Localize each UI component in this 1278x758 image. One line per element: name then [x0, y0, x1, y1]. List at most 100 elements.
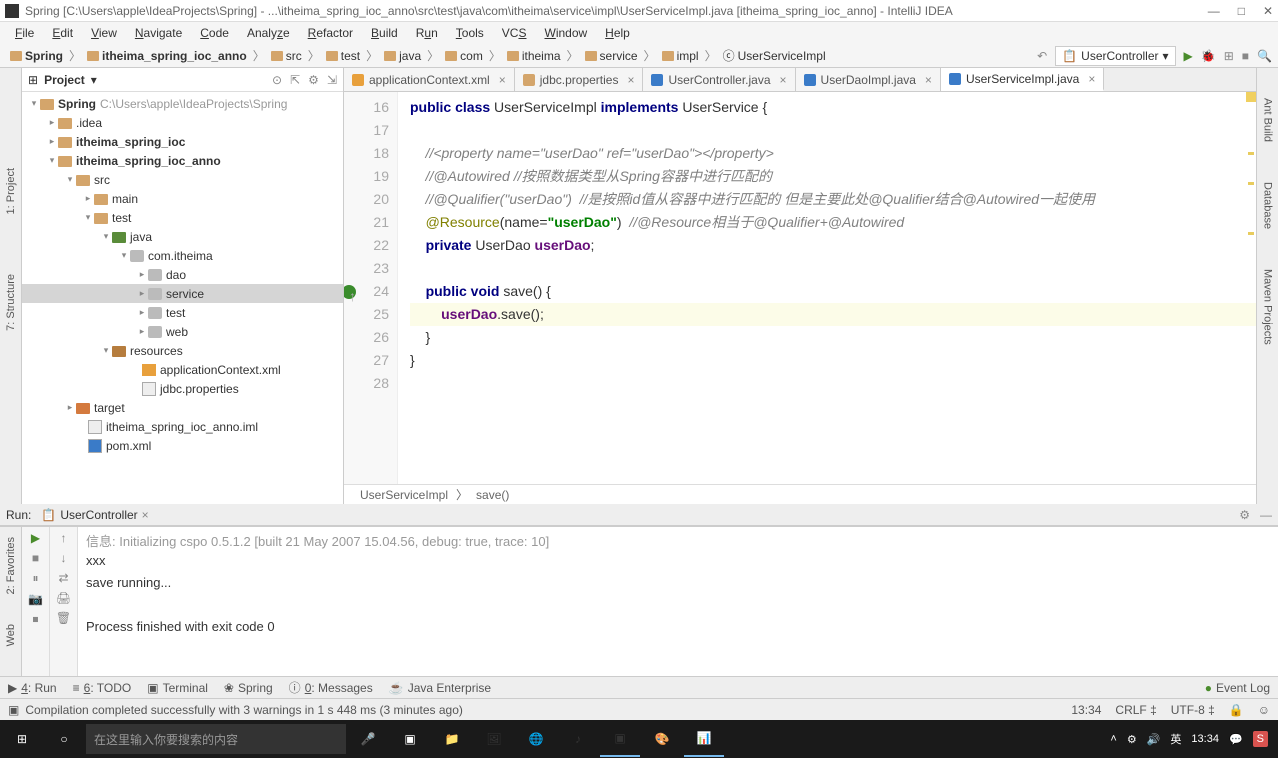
menu-file[interactable]: FFileile — [8, 24, 41, 42]
console-output[interactable]: 信息: Initializing cspo 0.5.1.2 [built 21 … — [78, 527, 1278, 676]
taskbar-app[interactable]: ♪ — [558, 721, 598, 757]
tab-todo[interactable]: ≡6: TODO — [73, 681, 132, 695]
crumb-src[interactable]: src — [267, 47, 306, 65]
project-tree[interactable]: ▾SpringC:\Users\apple\IdeaProjects\Sprin… — [22, 92, 343, 504]
crumb-class[interactable]: UserServiceImpl — [360, 488, 448, 502]
pause-button[interactable]: ⏸ — [32, 571, 38, 586]
tool-database[interactable]: Database — [1262, 182, 1274, 229]
menu-analyze[interactable]: Analyze — [240, 24, 297, 42]
tool-project[interactable]: 1: Project — [5, 168, 17, 214]
tool-favorites[interactable]: 2: Favorites — [5, 537, 17, 594]
tab-terminal[interactable]: ▣Terminal — [147, 681, 208, 695]
maximize-button[interactable]: □ — [1238, 4, 1245, 18]
coverage-button[interactable]: ⊞ — [1224, 49, 1234, 63]
override-gutter-icon[interactable]: ↑ — [344, 285, 356, 299]
gear-icon[interactable]: ⚙ — [1239, 508, 1250, 522]
lock-icon[interactable]: 🔒 — [1229, 703, 1244, 717]
up-button[interactable]: ↑ — [61, 531, 67, 545]
close-icon[interactable]: × — [780, 73, 787, 87]
close-button[interactable]: ✕ — [1263, 4, 1273, 18]
wrap-button[interactable]: ⇄ — [58, 571, 68, 585]
nav-back-icon[interactable]: ↶ — [1037, 49, 1047, 63]
down-button[interactable]: ↓ — [61, 551, 67, 565]
stop-button[interactable]: ■ — [1242, 49, 1249, 63]
rerun-button[interactable]: ▶ — [31, 531, 40, 545]
clear-button[interactable]: 🗑 — [56, 611, 71, 625]
menu-code[interactable]: Code — [193, 24, 236, 42]
code-editor[interactable]: 16 17 18 19 20 21 22 23 ↑24 25 26 27 28 … — [344, 92, 1256, 484]
crumb-method[interactable]: save() — [476, 488, 509, 502]
tab-event-log[interactable]: ●Event Log — [1205, 681, 1270, 695]
menu-tools[interactable]: Tools — [449, 24, 491, 42]
menu-build[interactable]: Build — [364, 24, 405, 42]
collapse-icon[interactable]: ⇱ — [290, 73, 300, 87]
tray-badge[interactable]: S — [1253, 731, 1268, 747]
search-input[interactable]: 在这里输入你要搜索的内容 — [86, 724, 346, 754]
tab-messages[interactable]: ⓘ0: Messages — [289, 679, 373, 696]
run-tab[interactable]: 📋 UserController × — [37, 508, 152, 522]
crumb-root[interactable]: Spring — [6, 47, 67, 65]
taskbar-app[interactable]: 🎨 — [642, 721, 682, 757]
dump-button[interactable]: 📷 — [28, 592, 43, 606]
project-view-icon[interactable]: ⊞ — [28, 73, 38, 87]
tab-usercontroller[interactable]: UserController.java× — [643, 68, 795, 91]
taskbar-chrome[interactable]: 🌐 — [516, 721, 556, 757]
menu-vcs[interactable]: VCS — [495, 24, 534, 42]
run-button[interactable]: ▶ — [1184, 49, 1193, 63]
crumb-module[interactable]: itheima_spring_ioc_anno — [83, 47, 251, 65]
tool-structure[interactable]: 7: Structure — [5, 274, 17, 331]
run-config-selector[interactable]: 📋 UserController ▾ — [1055, 46, 1175, 66]
menu-view[interactable]: View — [84, 24, 124, 42]
taskbar-powerpoint[interactable]: 📊 — [684, 721, 724, 757]
task-view-button[interactable]: ▣ — [390, 721, 430, 757]
stop-button[interactable]: ■ — [32, 551, 39, 565]
print-button[interactable]: 🖨 — [56, 591, 71, 605]
tab-userserviceimpl[interactable]: UserServiceImpl.java× — [941, 68, 1104, 91]
menu-run[interactable]: Run — [409, 24, 445, 42]
cortana-button[interactable]: ○ — [44, 721, 84, 757]
exit-button[interactable]: ⏹ — [32, 612, 38, 627]
tab-appctx[interactable]: applicationContext.xml× — [344, 68, 515, 91]
scroll-to-source-icon[interactable]: ⊙ — [272, 73, 282, 87]
close-icon[interactable]: × — [142, 508, 149, 522]
debug-button[interactable]: 🐞 — [1201, 49, 1216, 63]
tool-web[interactable]: Web — [5, 624, 17, 646]
tray-time[interactable]: 13:34 — [1191, 733, 1219, 745]
tab-jdbc[interactable]: jdbc.properties× — [515, 68, 644, 91]
encoding[interactable]: UTF-8 ‡ — [1171, 703, 1215, 717]
crumb-file[interactable]: ⓒUserServiceImpl — [719, 45, 830, 66]
tray-icon[interactable]: 🔊 — [1147, 733, 1161, 746]
tray-chevron-icon[interactable]: ˄ — [1110, 733, 1116, 745]
close-icon[interactable]: × — [499, 73, 506, 87]
gear-icon[interactable]: ⚙ — [308, 73, 319, 87]
menu-edit[interactable]: Edit — [45, 24, 80, 42]
menu-window[interactable]: Window — [537, 24, 594, 42]
minimize-button[interactable]: — — [1208, 4, 1220, 18]
crumb-service[interactable]: service — [581, 47, 642, 65]
crumb-com[interactable]: com — [441, 47, 487, 65]
taskbar-intellij[interactable]: ▣ — [600, 721, 640, 757]
tab-spring[interactable]: ❀Spring — [224, 681, 273, 695]
tray-icon[interactable]: ⚙ — [1127, 733, 1137, 746]
tab-userdaoimpl[interactable]: UserDaoImpl.java× — [796, 68, 941, 91]
crumb-itheima[interactable]: itheima — [503, 47, 565, 65]
close-icon[interactable]: × — [925, 73, 932, 87]
search-icon[interactable]: 🔍 — [1257, 49, 1272, 63]
menu-refactor[interactable]: Refactor — [301, 24, 360, 42]
tool-ant[interactable]: Ant Build — [1262, 98, 1274, 142]
panel-title[interactable]: Project — [44, 73, 85, 87]
hide-icon[interactable]: ⇲ — [327, 73, 337, 87]
tab-java-enterprise[interactable]: ☕Java Enterprise — [389, 681, 491, 695]
menu-help[interactable]: Help — [598, 24, 637, 42]
crumb-test[interactable]: test — [322, 47, 364, 65]
start-button[interactable]: ⊞ — [2, 721, 42, 757]
tab-run[interactable]: ▶4: Run — [8, 681, 57, 695]
chevron-down-icon[interactable]: ▾ — [91, 73, 97, 87]
close-icon[interactable]: × — [627, 73, 634, 87]
status-icon[interactable]: ▣ — [8, 703, 19, 717]
minimize-panel-icon[interactable]: — — [1260, 508, 1272, 522]
taskbar-app[interactable]: 🖼 — [474, 721, 514, 757]
tool-maven[interactable]: Maven Projects — [1262, 269, 1274, 345]
taskbar-app[interactable]: 📁 — [432, 721, 472, 757]
caret-position[interactable]: 13:34 — [1071, 703, 1101, 717]
